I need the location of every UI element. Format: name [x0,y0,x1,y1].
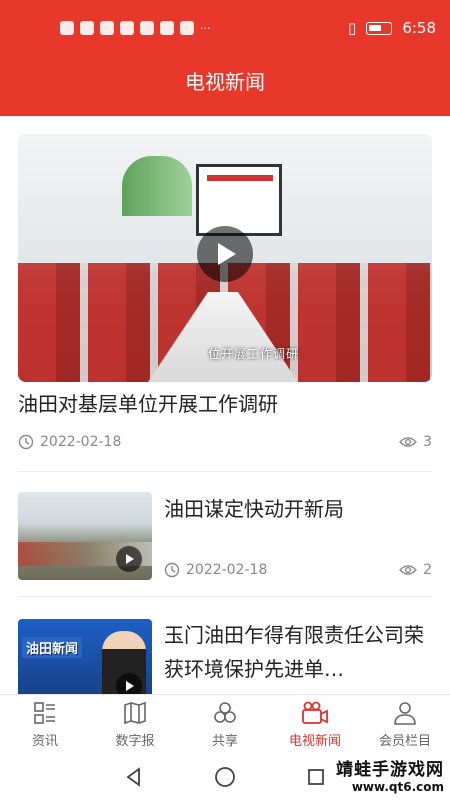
eye-icon [399,565,417,575]
tab-news[interactable]: 资讯 [0,695,90,754]
play-icon [126,554,134,564]
status-icons: ··· [60,21,348,35]
list-item-date: 2022-02-18 [164,562,267,578]
more-icon: ··· [200,21,211,35]
app-icon [180,21,194,35]
hero-video-thumbnail[interactable]: 位开展工作调研 [18,134,432,382]
page-title: 电视新闻 [0,56,450,116]
recents-icon[interactable] [306,767,326,787]
watermark-url: www.qt6.com [351,780,444,794]
clock-icon [164,562,180,578]
news-list: 位开展工作调研 油田对基层单位开展工作调研 2022-02-18 3 油田谋定快… [0,116,450,694]
tab-tv-news[interactable]: 电视新闻 [270,695,360,754]
tab-tv-news-label: 电视新闻 [288,734,341,749]
tab-news-label: 资讯 [31,734,58,749]
back-icon[interactable] [124,767,144,787]
status-time: 6:58 [402,19,436,37]
hero-views: 3 [399,434,432,450]
thumb-logo: 油田新闻 [22,637,83,658]
eye-icon [399,437,417,447]
video-camera-icon [302,701,328,724]
search-notification-icon [120,21,134,35]
hero-date: 2022-02-18 [18,434,121,450]
baidu-icon [160,21,174,35]
play-button[interactable] [116,673,142,694]
share-circles-icon [214,702,236,723]
play-button[interactable] [197,226,253,282]
vibrate-icon: ▯ [348,19,357,37]
battery-icon [366,21,393,35]
newspaper-icon [124,701,146,725]
person-icon [394,702,416,725]
list-item-thumbnail[interactable] [18,492,152,580]
list-item-thumbnail[interactable]: 油田新闻 [18,619,152,694]
weibo-icon [140,21,154,35]
hero-title[interactable]: 油田对基层单位开展工作调研 [18,388,432,417]
hero-date-text: 2022-02-18 [40,434,122,450]
tab-member-label: 会员栏目 [378,734,431,749]
hero-views-count: 3 [423,434,432,450]
divider [18,596,432,597]
list-item-date-text: 2022-02-18 [186,562,268,578]
play-icon [218,243,236,265]
tab-member[interactable]: 会员栏目 [360,695,450,754]
watermark-name: 靖蛙手游戏网 [336,760,444,780]
tab-digital-paper[interactable]: 数字报 [90,695,180,754]
site-watermark: 靖蛙手游戏网 www.qt6.com [336,755,444,794]
status-bar: ··· ▯ 6:58 [0,0,450,56]
wifi-icon [80,21,94,35]
bottom-tab-bar: 资讯 数字报 共享 电视新闻 会员栏目 [0,694,450,754]
video-caption: 位开展工作调研 [208,347,300,361]
list-item-views: 2 [399,562,432,578]
tab-digital-paper-label: 数字报 [115,734,155,749]
signal-icon [60,21,74,35]
app-notification-icon [100,21,114,35]
list-item-title[interactable]: 玉门油田乍得有限责任公司荣获环境保护先进单… [164,618,432,686]
list-item-title[interactable]: 油田谋定快动开新局 [164,492,432,526]
list-item-views-count: 2 [423,562,432,578]
clock-icon [18,434,34,450]
play-icon [126,681,134,691]
play-button[interactable] [116,546,142,572]
divider [18,471,432,472]
home-icon[interactable] [214,766,236,788]
tab-share[interactable]: 共享 [180,695,270,754]
news-grid-icon [34,702,55,724]
tab-share-label: 共享 [211,734,238,749]
